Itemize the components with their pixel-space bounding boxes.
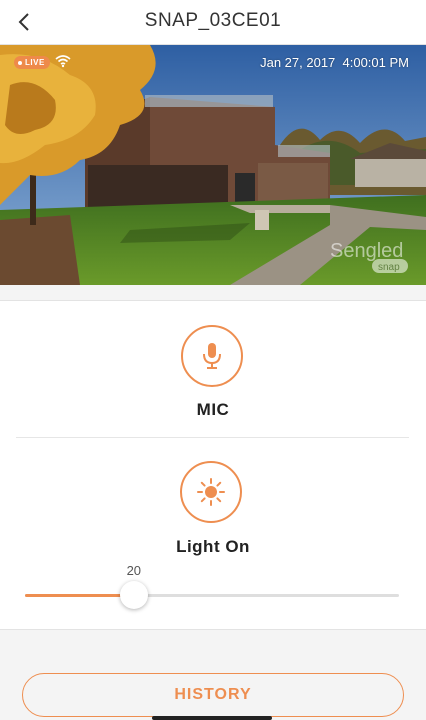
sun-icon bbox=[197, 478, 225, 506]
light-toggle-button[interactable] bbox=[180, 461, 242, 523]
live-dot bbox=[18, 60, 22, 65]
camera-view-image: Sengled snap bbox=[0, 45, 426, 285]
divider bbox=[16, 437, 409, 438]
live-badge: LIVE bbox=[14, 56, 50, 69]
svg-text:Sengled: Sengled bbox=[330, 240, 403, 262]
microphone-icon bbox=[203, 343, 221, 369]
brightness-value: 20 bbox=[126, 563, 142, 578]
page-title: SNAP_03CE01 bbox=[144, 10, 282, 31]
video-timestamp: Jan 27, 2017 4:00:01 PM bbox=[260, 55, 409, 70]
svg-text:snap: snap bbox=[378, 262, 400, 273]
live-video-feed[interactable]: Sengled snap LIVE Jan 27, 2017 4:00:01 P… bbox=[0, 45, 426, 285]
wifi-icon bbox=[55, 55, 71, 68]
home-indicator bbox=[152, 716, 272, 720]
brightness-slider-fill bbox=[25, 594, 134, 597]
brightness-slider-thumb[interactable] bbox=[119, 581, 148, 609]
live-label: LIVE bbox=[25, 58, 45, 67]
mic-label: MIC bbox=[196, 400, 230, 419]
light-label: Light On bbox=[176, 537, 250, 556]
controls-panel: MIC Light On 20 bbox=[0, 300, 426, 630]
mic-button[interactable] bbox=[181, 325, 243, 387]
top-bar: SNAP_03CE01 bbox=[0, 0, 426, 45]
history-button[interactable]: HISTORY bbox=[22, 673, 404, 717]
